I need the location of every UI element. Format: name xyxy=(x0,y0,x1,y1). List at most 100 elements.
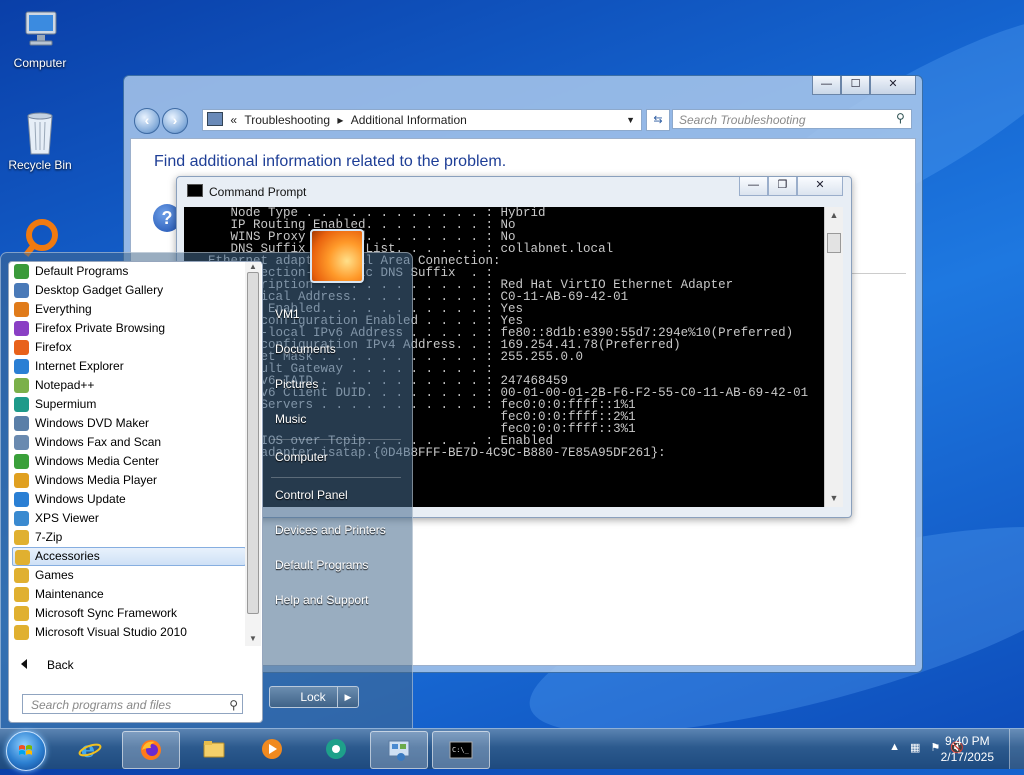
restore-button[interactable]: ❐ xyxy=(768,177,797,196)
cmd-icon: C:\_ xyxy=(449,741,473,759)
taskbar-firefox[interactable] xyxy=(122,731,180,769)
minimize-button[interactable]: — xyxy=(739,177,768,196)
program-item[interactable]: Internet Explorer xyxy=(9,357,249,376)
taskbar-troubleshooting[interactable] xyxy=(370,731,428,769)
search-icon: ⚲ xyxy=(896,111,905,125)
maximize-button[interactable]: ☐ xyxy=(841,76,870,95)
breadcrumb-troubleshooting[interactable]: Troubleshooting xyxy=(244,113,330,127)
desktop-icon-computer[interactable]: Computer xyxy=(0,8,80,70)
program-icon xyxy=(14,511,29,526)
dropdown-arrow-icon[interactable]: ▼ xyxy=(626,110,635,130)
recycle-bin-icon xyxy=(18,110,62,155)
back-button[interactable]: Back xyxy=(21,658,74,672)
taskbar-internet-explorer[interactable]: e xyxy=(62,731,118,767)
show-desktop-button[interactable] xyxy=(1009,729,1024,769)
program-label: Windows DVD Maker xyxy=(35,416,150,430)
scroll-up-icon[interactable]: ▲ xyxy=(825,207,843,224)
scroll-up-icon[interactable]: ▲ xyxy=(245,262,261,271)
start-search-input[interactable]: Search programs and files ⚲ xyxy=(22,694,243,714)
taskbar-file-explorer[interactable] xyxy=(186,731,242,767)
program-item[interactable]: Default Programs xyxy=(9,262,249,281)
start-menu-right-pane: VM1 Documents Pictures Music Computer Co… xyxy=(263,229,411,729)
program-item[interactable]: Supermium xyxy=(9,395,249,414)
program-item[interactable]: 7-Zip xyxy=(9,528,249,547)
program-label: Microsoft Sync Framework xyxy=(35,606,178,620)
start-menu-programs-pane: Default Programs Desktop Gadget Gallery Ev… xyxy=(8,261,263,723)
control-panel-icon xyxy=(207,112,223,126)
start-item-control-panel[interactable]: Control Panel xyxy=(275,488,348,502)
minimize-button[interactable]: — xyxy=(812,76,841,95)
program-item[interactable]: Firefox xyxy=(9,338,249,357)
firefox-icon xyxy=(141,740,161,760)
program-label: XPS Viewer xyxy=(35,511,99,525)
program-item[interactable]: Windows Media Player xyxy=(9,471,249,490)
desktop-icon-label: Computer xyxy=(13,56,67,70)
start-item-user[interactable]: VM1 xyxy=(275,307,300,321)
program-item[interactable]: Windows Fax and Scan xyxy=(9,433,249,452)
svg-text:C:\_: C:\_ xyxy=(452,746,470,754)
all-programs-list: Default Programs Desktop Gadget Gallery Ev… xyxy=(9,262,249,642)
start-item-computer[interactable]: Computer xyxy=(275,450,328,464)
search-input[interactable]: Search Troubleshooting xyxy=(672,109,912,129)
program-item[interactable]: Microsoft Sync Framework xyxy=(9,604,249,623)
internet-explorer-icon: e xyxy=(78,737,102,761)
back-arrow-icon[interactable]: ‹ xyxy=(134,108,160,134)
refresh-icon[interactable]: ⇆ xyxy=(646,109,670,131)
start-item-pictures[interactable]: Pictures xyxy=(275,377,318,391)
navigation-bar: ‹ › « Troubleshooting ▸ Additional Infor… xyxy=(132,106,914,134)
program-item[interactable]: Windows Update xyxy=(9,490,249,509)
program-item[interactable]: XPS Viewer xyxy=(9,509,249,528)
program-item[interactable]: Firefox Private Browsing xyxy=(9,319,249,338)
start-item-default-programs[interactable]: Default Programs xyxy=(275,558,368,572)
breadcrumb-additional-information[interactable]: Additional Information xyxy=(351,113,467,127)
program-icon xyxy=(14,492,29,507)
program-item[interactable]: Notepad++ xyxy=(9,376,249,395)
back-label: Back xyxy=(47,658,74,672)
desktop-icon-label: Recycle Bin xyxy=(8,158,72,172)
program-item[interactable]: Accessories xyxy=(12,547,246,566)
program-icon xyxy=(15,550,30,565)
program-item[interactable]: Games xyxy=(9,566,249,585)
close-button[interactable]: ✕ xyxy=(870,76,916,95)
console-scrollbar[interactable]: ▲ ▼ xyxy=(824,207,843,507)
program-item[interactable]: Microsoft Visual Studio 2010 xyxy=(9,623,249,642)
shutdown-options-arrow-icon[interactable]: ▶ xyxy=(337,686,359,708)
address-bar[interactable]: « Troubleshooting ▸ Additional Informati… xyxy=(202,109,642,131)
user-avatar[interactable] xyxy=(310,229,364,283)
program-item[interactable]: Desktop Gadget Gallery xyxy=(9,281,249,300)
program-item[interactable]: Windows DVD Maker xyxy=(9,414,249,433)
program-label: Microsoft Visual Studio 2010 xyxy=(35,625,187,639)
program-icon xyxy=(14,530,29,545)
start-item-help-support[interactable]: Help and Support xyxy=(275,593,368,607)
scrollbar-thumb[interactable] xyxy=(827,233,841,253)
start-item-devices-printers[interactable]: Devices and Printers xyxy=(275,523,386,537)
program-item[interactable]: Windows Media Center xyxy=(9,452,249,471)
clock[interactable]: 9:40 PM 2/17/2025 xyxy=(941,733,994,765)
start-item-documents[interactable]: Documents xyxy=(275,342,336,356)
scroll-down-icon[interactable]: ▼ xyxy=(825,490,843,507)
show-hidden-icons-icon[interactable]: ▲ xyxy=(889,741,900,754)
scroll-down-icon[interactable]: ▼ xyxy=(245,634,261,643)
action-center-flag-icon[interactable]: ⚑ xyxy=(930,741,940,754)
program-icon xyxy=(14,359,29,374)
close-button[interactable]: ✕ xyxy=(797,177,843,196)
taskbar-supermium[interactable] xyxy=(308,731,364,767)
window-controls: — ☐ ✕ xyxy=(812,76,916,95)
computer-icon xyxy=(18,8,62,52)
desktop-icon-recycle-bin[interactable]: Recycle Bin xyxy=(0,110,80,172)
taskbar-media-player[interactable] xyxy=(244,731,300,767)
scrollbar-thumb[interactable] xyxy=(247,272,259,614)
program-icon xyxy=(14,397,29,412)
start-item-music[interactable]: Music xyxy=(275,412,306,426)
breadcrumb-separator[interactable]: ▸ xyxy=(337,113,343,127)
start-button[interactable] xyxy=(6,731,46,771)
forward-arrow-icon[interactable]: › xyxy=(162,108,188,134)
program-item[interactable]: Everything xyxy=(9,300,249,319)
programs-scrollbar[interactable]: ▲ ▼ xyxy=(245,262,261,646)
network-icon[interactable]: ▦ xyxy=(910,741,920,754)
window-title-text: Command Prompt xyxy=(209,185,307,199)
taskbar-command-prompt[interactable]: C:\_ xyxy=(432,731,490,769)
breadcrumb-overflow[interactable]: « xyxy=(230,113,237,127)
program-icon xyxy=(14,606,29,621)
program-item[interactable]: Maintenance xyxy=(9,585,249,604)
